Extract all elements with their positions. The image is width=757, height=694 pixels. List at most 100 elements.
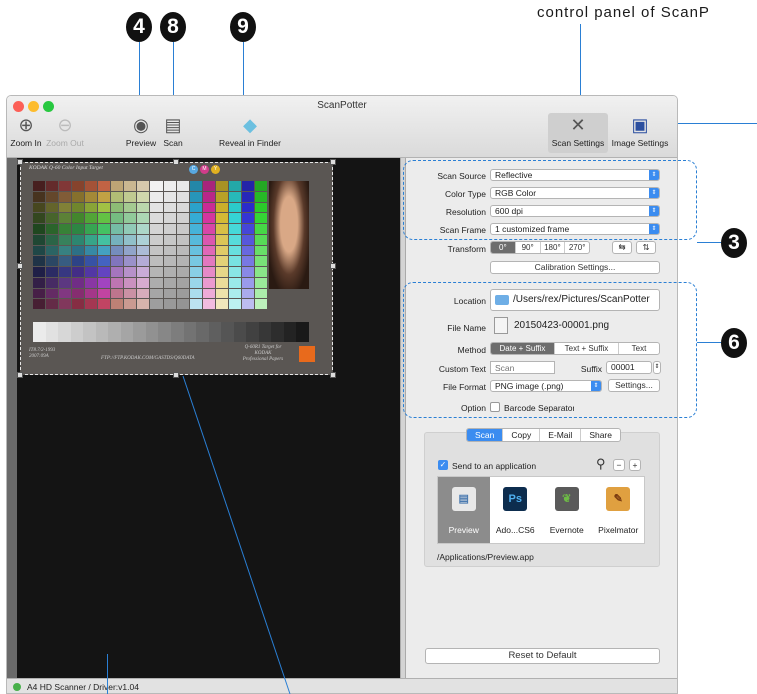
preview-button[interactable]: ◉ Preview bbox=[123, 114, 159, 148]
app-item-pixelmator[interactable]: ✎ Pixelmator bbox=[593, 477, 645, 543]
color-patch bbox=[241, 267, 254, 277]
crop-handle-top[interactable] bbox=[173, 159, 179, 165]
gray-patch bbox=[158, 322, 172, 342]
search-icon[interactable]: ⚲ bbox=[596, 456, 606, 472]
flip-horizontal-button[interactable]: ⇆ bbox=[612, 241, 632, 254]
preview-app-icon: ▤ bbox=[451, 487, 476, 511]
add-app-button[interactable]: + bbox=[629, 459, 641, 471]
method-segmented-control[interactable]: Date + Suffix Text + Suffix Text bbox=[490, 342, 660, 355]
color-patch bbox=[163, 256, 176, 266]
color-patch bbox=[85, 245, 98, 256]
gray-patch bbox=[58, 322, 71, 342]
color-patch bbox=[137, 277, 150, 288]
tab-share[interactable]: Share bbox=[581, 429, 620, 441]
photoshop-icon: Ps bbox=[503, 487, 528, 511]
location-path-control[interactable]: /Users/rex/Pictures/ScanPotter bbox=[490, 289, 660, 311]
app-item-photoshop[interactable]: Ps Ado...CS6 bbox=[490, 477, 542, 543]
image-icon: ▣ bbox=[631, 115, 649, 135]
gray-patch bbox=[208, 322, 222, 342]
color-type-label: Color Type bbox=[445, 189, 486, 199]
image-settings-button[interactable]: ▣ Image Settings bbox=[609, 114, 671, 148]
color-patch bbox=[150, 288, 163, 299]
stepper-icon: ⇕ bbox=[654, 364, 660, 370]
send-to-app-checkbox[interactable]: ✓ bbox=[438, 460, 448, 470]
color-patch bbox=[111, 245, 124, 256]
color-patch bbox=[189, 256, 202, 266]
rotate-270-option[interactable]: 270° bbox=[565, 242, 589, 253]
flip-vertical-icon: ⇅ bbox=[642, 242, 650, 252]
crop-handle-tr[interactable] bbox=[330, 159, 336, 165]
color-patch bbox=[228, 224, 241, 234]
app-name: Pixelmator bbox=[598, 525, 639, 535]
color-patch bbox=[176, 191, 189, 202]
reveal-in-finder-button[interactable]: ◆ Reveal in Finder bbox=[215, 114, 285, 148]
callout-6: 6 bbox=[721, 328, 747, 358]
crop-handle-right[interactable] bbox=[330, 263, 336, 269]
color-patch bbox=[98, 245, 111, 256]
rotation-segmented-control[interactable]: 0° 90° 180° 270° bbox=[490, 241, 590, 254]
crop-handle-left[interactable] bbox=[17, 263, 23, 269]
panel-caption: control panel of ScanP bbox=[537, 4, 710, 21]
color-patch bbox=[202, 277, 215, 288]
color-patch bbox=[202, 267, 215, 277]
resolution-select[interactable]: 600 dpi ⇕ bbox=[490, 205, 660, 217]
barcode-separator-checkbox[interactable] bbox=[490, 402, 500, 412]
color-patch bbox=[150, 267, 163, 277]
preview-area[interactable]: KODAK Q-60 Color Input Target C M Y IT8.… bbox=[7, 158, 400, 678]
color-patch bbox=[124, 202, 137, 213]
gray-scale-strip bbox=[33, 322, 310, 342]
color-type-select[interactable]: RGB Color ⇕ bbox=[490, 187, 660, 199]
tab-scan[interactable]: Scan bbox=[467, 429, 504, 441]
remove-app-button[interactable]: − bbox=[613, 459, 625, 471]
scan-settings-button[interactable]: ✕ Scan Settings bbox=[548, 113, 608, 153]
color-patch bbox=[72, 277, 85, 288]
rotate-0-option[interactable]: 0° bbox=[491, 242, 516, 253]
color-patch bbox=[33, 213, 46, 223]
scan-preview-image[interactable]: KODAK Q-60 Color Input Target C M Y IT8.… bbox=[17, 159, 336, 378]
scan-button[interactable]: ▤ Scan bbox=[159, 114, 187, 148]
color-patch bbox=[228, 277, 241, 288]
file-format-select[interactable]: PNG image (.png) ⇕ bbox=[490, 380, 602, 392]
pointer-line-8 bbox=[173, 42, 174, 102]
suffix-input[interactable]: 00001 bbox=[606, 361, 652, 374]
reset-to-default-button[interactable]: Reset to Default bbox=[425, 648, 660, 664]
app-name: Evernote bbox=[549, 525, 584, 535]
app-item-preview[interactable]: ▤ Preview bbox=[438, 477, 490, 543]
color-patch bbox=[228, 181, 241, 191]
method-text[interactable]: Text bbox=[619, 343, 659, 354]
tools-icon: ✕ bbox=[570, 115, 586, 135]
tab-email[interactable]: E-Mail bbox=[540, 429, 582, 441]
color-patch bbox=[72, 245, 85, 256]
flip-vertical-button[interactable]: ⇅ bbox=[636, 241, 656, 254]
calibration-settings-button[interactable]: Calibration Settings... bbox=[490, 261, 660, 274]
suffix-stepper[interactable]: ⇕ bbox=[653, 361, 661, 374]
color-patch bbox=[72, 256, 85, 266]
scan-source-select[interactable]: Reflective ⇕ bbox=[490, 169, 660, 181]
portrait-image bbox=[269, 181, 309, 289]
app-item-evernote[interactable]: ❦ Evernote bbox=[541, 477, 593, 543]
crop-handle-bottom[interactable] bbox=[173, 372, 179, 378]
custom-text-input[interactable] bbox=[490, 361, 555, 374]
location-label: Location bbox=[453, 296, 486, 306]
zoom-out-button[interactable]: ⊖ Zoom Out bbox=[43, 114, 87, 148]
color-patch bbox=[85, 288, 98, 299]
color-patch bbox=[59, 277, 72, 288]
color-patch bbox=[150, 191, 163, 202]
zoom-in-button[interactable]: ⊕ Zoom In bbox=[9, 114, 43, 148]
color-patch bbox=[137, 213, 150, 223]
scan-frame-select[interactable]: 1 customized frame ⇕ bbox=[490, 223, 660, 235]
method-text-suffix[interactable]: Text + Suffix bbox=[555, 343, 619, 354]
gray-patch bbox=[171, 322, 184, 342]
color-patch bbox=[137, 267, 150, 277]
rotate-90-option[interactable]: 90° bbox=[516, 242, 541, 253]
color-patch bbox=[85, 234, 98, 245]
crop-handle-tl[interactable] bbox=[17, 159, 23, 165]
format-settings-button[interactable]: Settings... bbox=[608, 379, 660, 392]
tab-copy[interactable]: Copy bbox=[503, 429, 541, 441]
rotate-180-option[interactable]: 180° bbox=[541, 242, 566, 253]
crop-handle-br[interactable] bbox=[330, 372, 336, 378]
chevron-updown-icon: ⇕ bbox=[591, 381, 601, 391]
method-date-suffix[interactable]: Date + Suffix bbox=[491, 343, 555, 354]
color-patch bbox=[241, 256, 254, 266]
crop-handle-bl[interactable] bbox=[17, 372, 23, 378]
